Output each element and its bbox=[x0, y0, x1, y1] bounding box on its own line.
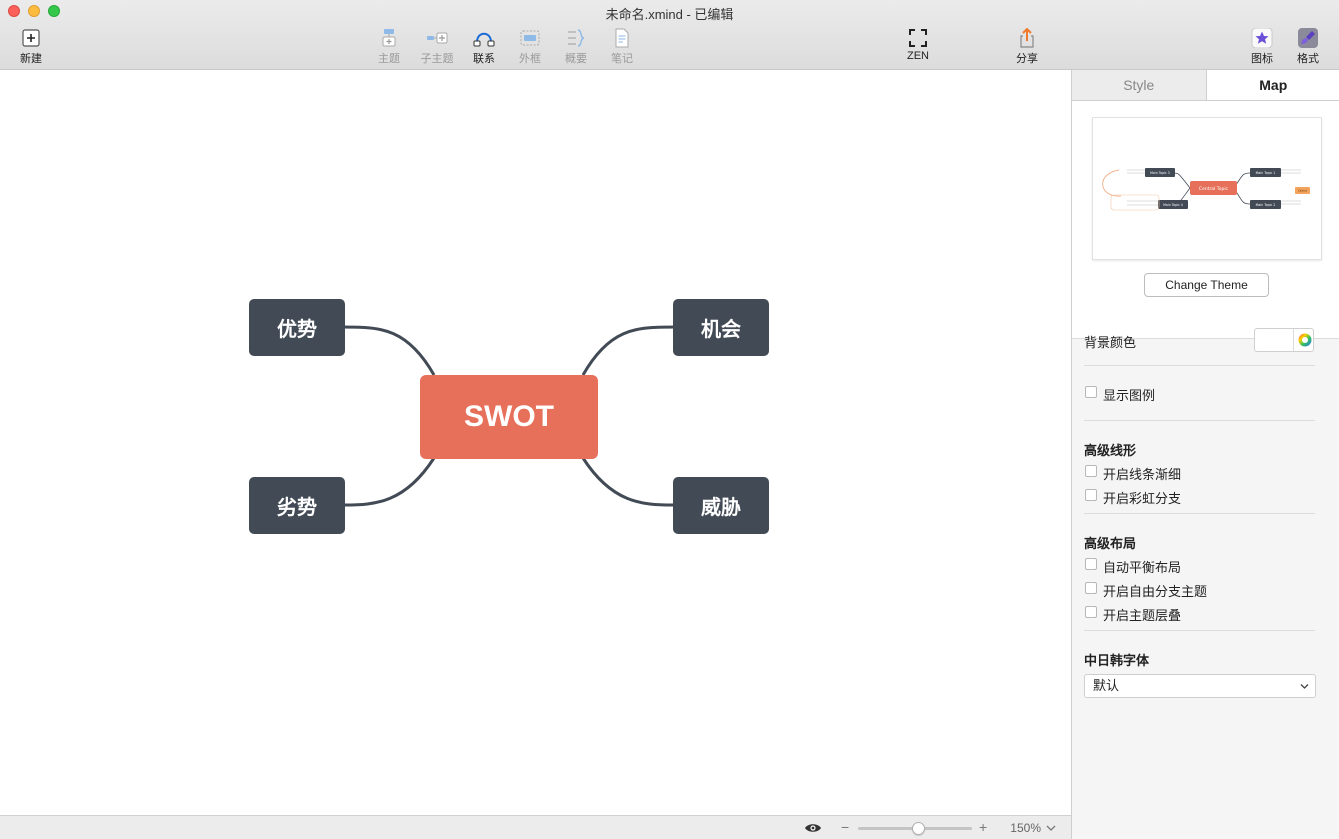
zoom-out-icon[interactable]: − bbox=[841, 819, 849, 835]
share-button[interactable]: 分享 bbox=[1003, 28, 1051, 68]
auto-balance-label: 自动平衡布局 bbox=[1103, 560, 1182, 575]
divider bbox=[1084, 513, 1315, 514]
topic-overlap-label: 开启主题层叠 bbox=[1103, 608, 1182, 623]
connector-weaknesses bbox=[344, 457, 436, 507]
subtopic-button[interactable]: 子主题 bbox=[413, 28, 461, 68]
cjk-font-heading: 中日韩字体 bbox=[1084, 653, 1150, 668]
relationship-icon bbox=[473, 32, 495, 47]
theme-thumbnail-map: Central Topic Main Topic 1 Main Topic 2 … bbox=[1102, 168, 1310, 211]
boundary-button-label: 外框 bbox=[519, 53, 541, 65]
divider bbox=[1084, 630, 1315, 631]
topic-button-label: 主题 bbox=[378, 53, 400, 65]
mindmap-canvas[interactable]: 优势 机会 SWOT 劣势 威胁 bbox=[0, 70, 1071, 815]
boundary-button[interactable]: 外框 bbox=[506, 28, 554, 68]
status-bar: − + 150% bbox=[0, 815, 1071, 839]
format-panel-button-label: 格式 bbox=[1297, 53, 1319, 65]
thumb-topic3: Main Topic 3 bbox=[1150, 171, 1170, 175]
zen-mode-button-label: ZEN bbox=[907, 50, 929, 62]
subtopic-button-label: 子主题 bbox=[420, 53, 454, 65]
icons-panel-button[interactable]: 图标 bbox=[1238, 28, 1286, 68]
zoom-slider-thumb[interactable] bbox=[911, 822, 925, 835]
tab-map[interactable]: Map bbox=[1205, 70, 1339, 100]
connector-strengths bbox=[344, 325, 436, 376]
icons-panel-button-label: 图标 bbox=[1251, 53, 1273, 65]
topic-button[interactable]: 主题 bbox=[365, 28, 413, 68]
auto-balance-checkbox[interactable] bbox=[1085, 558, 1097, 570]
notes-button[interactable]: 笔记 bbox=[598, 28, 646, 68]
zen-mode-button[interactable]: ZEN bbox=[894, 28, 942, 68]
background-color-picker[interactable] bbox=[1254, 328, 1314, 352]
rainbow-branch-label: 开启彩虹分支 bbox=[1103, 491, 1182, 506]
connector-opportunities bbox=[581, 325, 674, 376]
central-topic[interactable]: SWOT bbox=[420, 375, 598, 459]
panel-tabs: Style Map bbox=[1072, 70, 1339, 101]
notes-icon bbox=[615, 28, 629, 48]
free-branch-label: 开启自由分支主题 bbox=[1103, 584, 1208, 599]
topic-overlap-checkbox[interactable] bbox=[1085, 606, 1097, 618]
thumb-central: Central Topic bbox=[1199, 186, 1229, 192]
theme-preview-area: Central Topic Main Topic 1 Main Topic 2 … bbox=[1072, 101, 1339, 339]
format-panel: Style Map Central Topic Main Topic 1 Mai… bbox=[1071, 70, 1339, 839]
summary-button[interactable]: 概要 bbox=[552, 28, 600, 68]
topic-icon bbox=[382, 29, 396, 47]
eye-icon[interactable] bbox=[804, 822, 822, 834]
color-wheel-icon[interactable] bbox=[1298, 333, 1312, 347]
zoom-slider[interactable] bbox=[858, 822, 972, 835]
theme-thumbnail[interactable]: Central Topic Main Topic 1 Main Topic 2 … bbox=[1092, 117, 1322, 260]
boundary-icon bbox=[520, 30, 540, 46]
relationship-button[interactable]: 联系 bbox=[460, 28, 508, 68]
cjk-font-value: 默认 bbox=[1093, 678, 1120, 693]
star-icon bbox=[1251, 28, 1273, 48]
divider bbox=[1084, 420, 1315, 421]
chevron-down-icon bbox=[1300, 684, 1309, 689]
new-document-icon bbox=[22, 29, 40, 47]
zoom-level[interactable]: 150% bbox=[1010, 821, 1041, 835]
tab-style[interactable]: Style bbox=[1072, 70, 1206, 100]
thumb-topic1: Main Topic 1 bbox=[1256, 171, 1276, 175]
summary-icon bbox=[568, 29, 585, 47]
taper-line-checkbox[interactable] bbox=[1085, 465, 1097, 477]
topic-weaknesses[interactable]: 劣势 bbox=[249, 477, 345, 534]
thumb-topic2: Main Topic 2 bbox=[1256, 203, 1276, 207]
show-legend-label: 显示图例 bbox=[1103, 388, 1156, 403]
new-button[interactable]: 新建 bbox=[7, 28, 55, 68]
topic-strengths[interactable]: 优势 bbox=[249, 299, 345, 356]
divider bbox=[1084, 365, 1315, 366]
topic-opportunities[interactable]: 机会 bbox=[673, 299, 769, 356]
format-panel-button[interactable]: 格式 bbox=[1284, 28, 1332, 68]
show-legend-checkbox[interactable] bbox=[1085, 386, 1097, 398]
advanced-layout-heading: 高级布局 bbox=[1084, 536, 1137, 551]
subtopic-icon bbox=[427, 32, 448, 44]
window-title: 未命名.xmind - 已编辑 bbox=[605, 7, 734, 22]
chevron-down-icon[interactable] bbox=[1046, 824, 1056, 832]
share-icon bbox=[1020, 28, 1034, 48]
cjk-font-select[interactable]: 默认 bbox=[1084, 674, 1316, 698]
thumb-callout: Callout bbox=[1298, 189, 1307, 193]
relationship-button-label: 联系 bbox=[473, 53, 495, 65]
notes-button-label: 笔记 bbox=[611, 53, 633, 65]
taper-line-label: 开启线条渐细 bbox=[1103, 467, 1182, 482]
color-picker-separator bbox=[1293, 329, 1294, 351]
fullscreen-icon bbox=[909, 29, 927, 47]
topic-threats[interactable]: 威胁 bbox=[673, 477, 769, 534]
rainbow-branch-checkbox[interactable] bbox=[1085, 489, 1097, 501]
title-bar: 未命名.xmind - 已编辑 新建 主题 子主题 联系 外框 概要 笔记 ZE… bbox=[0, 0, 1339, 70]
share-button-label: 分享 bbox=[1016, 53, 1038, 65]
connector-threats bbox=[581, 457, 674, 507]
advanced-line-heading: 高级线形 bbox=[1084, 443, 1137, 458]
zoom-in-icon[interactable]: + bbox=[979, 819, 987, 835]
change-theme-button[interactable]: Change Theme bbox=[1144, 273, 1269, 297]
thumb-topic4: Main Topic 4 bbox=[1163, 203, 1183, 207]
brush-icon bbox=[1298, 28, 1318, 48]
new-button-label: 新建 bbox=[20, 53, 42, 65]
summary-button-label: 概要 bbox=[565, 53, 587, 65]
free-branch-checkbox[interactable] bbox=[1085, 582, 1097, 594]
background-color-label: 背景颜色 bbox=[1084, 335, 1137, 350]
